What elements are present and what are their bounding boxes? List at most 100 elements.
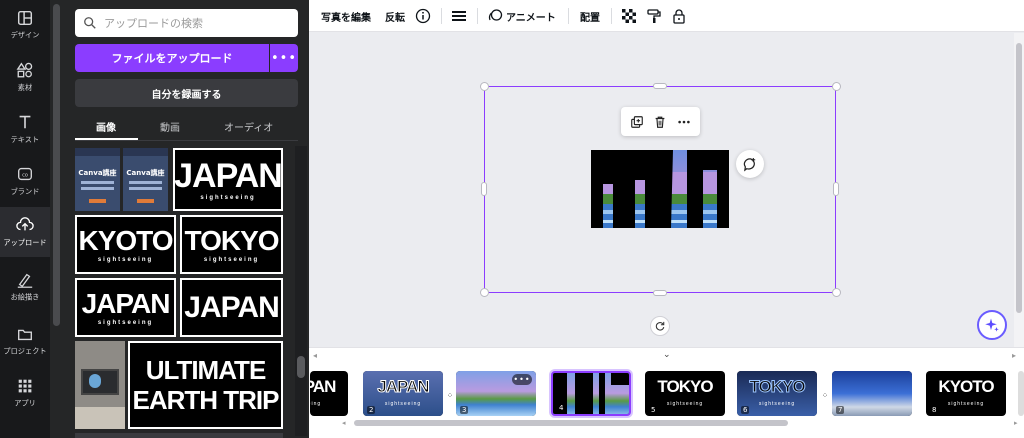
- panel-scrollbar-thumb[interactable]: [297, 356, 305, 378]
- transition-icon[interactable]: ⁘: [444, 389, 456, 401]
- resize-handle-bottom-left[interactable]: [480, 288, 489, 297]
- resize-handle-bottom-right[interactable]: [832, 288, 841, 297]
- transition-icon[interactable]: ⁘: [819, 389, 831, 401]
- lock-icon: [673, 9, 685, 24]
- letter-shape: [575, 373, 593, 414]
- page-number: 5: [649, 406, 658, 414]
- upload-thumb-doc-2[interactable]: Canva講座: [123, 148, 168, 211]
- page-thumb-word: JAPAN: [377, 377, 430, 397]
- desk-shape: [75, 407, 125, 429]
- brand-icon: co: [18, 167, 32, 181]
- rail-item-design[interactable]: デザイン: [0, 0, 50, 50]
- chevron-down-icon[interactable]: ⌄: [663, 350, 671, 360]
- upload-thumb-japan-1[interactable]: JAPAN sightseeing: [173, 148, 283, 211]
- page-thumb-8[interactable]: KYOTO sightseeing 8: [926, 371, 1006, 416]
- page-thumb-word: TOKYO: [657, 377, 713, 396]
- toolbar-divider: [568, 8, 569, 24]
- upload-thumb-japan-2[interactable]: JAPAN sightseeing: [75, 278, 176, 337]
- upload-thumb-doc-1[interactable]: Canva講座: [75, 148, 120, 211]
- thumb-title: JAPAN: [174, 156, 282, 195]
- resize-handle-left[interactable]: [481, 182, 487, 196]
- rail-label-projects: プロジェクト: [3, 347, 47, 356]
- copy-style-button[interactable]: [646, 0, 662, 32]
- filmstrip-scrollbar-thumb[interactable]: [354, 420, 788, 426]
- page-thumb-2[interactable]: JAPAN sightseeing 2: [363, 371, 443, 416]
- canvas-image[interactable]: [591, 150, 729, 228]
- text-icon: [19, 115, 31, 129]
- tab-audio[interactable]: オーディオ: [224, 119, 273, 134]
- canvas-scrollbar[interactable]: [1014, 33, 1024, 347]
- page-thumb-6[interactable]: TOKYO sightseeing 6: [737, 371, 817, 416]
- thumb-title-line1: ULTIMATE: [145, 355, 267, 385]
- filmstrip-scrollbar[interactable]: [354, 418, 1014, 428]
- add-comment-button[interactable]: [736, 150, 764, 178]
- canvas-scrollbar-thumb[interactable]: [1016, 43, 1022, 313]
- rail-item-text[interactable]: テキスト: [0, 104, 50, 154]
- resize-handle-top-right[interactable]: [832, 82, 841, 91]
- rail-item-draw[interactable]: お絵描き: [0, 262, 50, 312]
- upload-thumb-next-row[interactable]: [75, 433, 283, 438]
- thumb-title: JAPAN: [81, 287, 171, 319]
- search-icon: [84, 17, 96, 29]
- flip-button[interactable]: 反転: [385, 0, 405, 32]
- upload-thumb-tokyo[interactable]: TOKYO sightseeing: [180, 215, 283, 274]
- page-thumb-1[interactable]: JAPAN sightseeing: [310, 371, 348, 416]
- lock-button[interactable]: [671, 0, 687, 32]
- rail-scrollbar[interactable]: [50, 0, 63, 438]
- upload-more-button[interactable]: •••: [270, 44, 298, 72]
- page-thumb-5[interactable]: TOKYO sightseeing 5: [645, 371, 725, 416]
- upload-thumb-japan-3[interactable]: JAPAN: [180, 278, 283, 337]
- duplicate-icon[interactable]: [630, 115, 644, 129]
- resize-handle-right[interactable]: [833, 182, 839, 196]
- page-thumb-sub: sightseeing: [666, 401, 704, 407]
- toolbar-divider: [477, 8, 478, 24]
- upload-file-button[interactable]: ファイルをアップロード: [75, 44, 269, 72]
- rotate-button[interactable]: [650, 316, 670, 336]
- transparency-button[interactable]: [621, 0, 637, 32]
- border-style-button[interactable]: [451, 0, 467, 32]
- transparency-icon: [622, 9, 636, 23]
- upload-thumb-ultimate-earth-trip[interactable]: ULTIMATE EARTH TRIP: [128, 341, 283, 429]
- rail-item-projects[interactable]: プロジェクト: [0, 316, 50, 366]
- doc-thumb-title: Canva講座: [78, 169, 117, 177]
- thumb-subtitle: sightseeing: [97, 319, 154, 326]
- uploads-panel: ファイルをアップロード ••• 自分を録画する 画像 動画 オーディオ Canv…: [63, 0, 309, 438]
- search-box[interactable]: [75, 9, 298, 37]
- edit-photo-button[interactable]: 写真を編集: [321, 0, 371, 32]
- left-rail: デザイン 素材 テキスト co ブランド アップロード お絵描き プロジェクト …: [0, 0, 50, 438]
- animate-button[interactable]: アニメート: [487, 0, 556, 32]
- rail-label-draw: お絵描き: [10, 293, 40, 302]
- page-number: 4: [557, 404, 566, 412]
- rail-item-uploads[interactable]: アップロード: [0, 207, 50, 257]
- rail-item-elements[interactable]: 素材: [0, 52, 50, 102]
- magic-assistant-button[interactable]: [977, 310, 1007, 340]
- search-input[interactable]: [104, 16, 284, 30]
- upload-thumb-laptop-photo[interactable]: [75, 341, 125, 429]
- upload-thumb-kyoto[interactable]: KYOTO sightseeing: [75, 215, 176, 274]
- scroll-left-icon[interactable]: ◂: [313, 351, 317, 360]
- page-number: 8: [930, 406, 939, 414]
- info-button[interactable]: [415, 0, 431, 32]
- doc-thumb-header: [123, 148, 168, 156]
- rail-scrollbar-thumb[interactable]: [53, 4, 60, 326]
- page-more-options-button[interactable]: •••: [512, 374, 532, 385]
- scroll-right-arrow-icon[interactable]: ▸: [1014, 419, 1018, 427]
- resize-handle-bottom[interactable]: [653, 290, 667, 296]
- page-thumb-7[interactable]: 7: [832, 371, 912, 416]
- page-thumb-9-partial[interactable]: [1018, 371, 1024, 416]
- position-button[interactable]: 配置: [580, 0, 600, 32]
- scroll-left-arrow-icon[interactable]: ◂: [342, 419, 346, 427]
- tab-videos[interactable]: 動画: [160, 119, 180, 134]
- scroll-right-icon[interactable]: ▸: [1012, 351, 1016, 360]
- rail-item-brand[interactable]: co ブランド: [0, 156, 50, 206]
- trash-icon[interactable]: [653, 115, 667, 129]
- resize-handle-top-left[interactable]: [480, 82, 489, 91]
- page-thumb-4-active[interactable]: 4: [551, 371, 631, 416]
- record-yourself-button[interactable]: 自分を録画する: [75, 79, 298, 107]
- panel-scrollbar[interactable]: [295, 146, 307, 436]
- shapes-icon: [16, 62, 33, 78]
- tab-images[interactable]: 画像: [96, 119, 116, 134]
- resize-handle-top[interactable]: [653, 83, 667, 89]
- rail-item-apps[interactable]: アプリ: [0, 368, 50, 418]
- more-options-icon[interactable]: [677, 115, 691, 129]
